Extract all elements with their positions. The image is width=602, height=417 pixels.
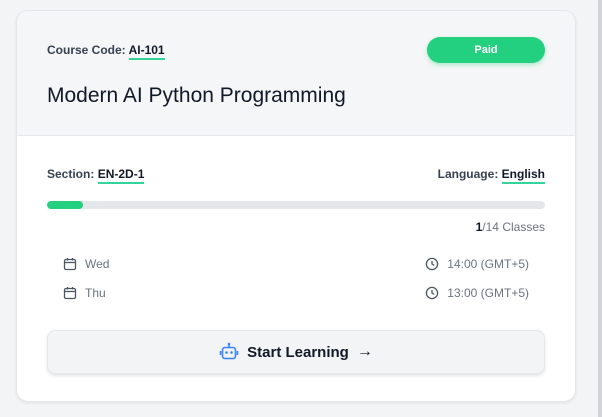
- language-value: English: [501, 167, 545, 184]
- schedule-time: 13:00 (GMT+5): [447, 286, 529, 300]
- start-learning-button[interactable]: Start Learning →: [47, 330, 545, 374]
- progress-fill: [47, 201, 83, 209]
- classes-count: 1/14 Classes: [476, 220, 545, 234]
- classes-total: /14 Classes: [482, 220, 545, 234]
- course-code: Course Code: AI-101: [47, 43, 165, 60]
- course-code-label: Course Code:: [47, 43, 126, 57]
- robot-icon: [219, 342, 239, 362]
- course-title: Modern AI Python Programming: [47, 84, 346, 107]
- course-code-value: AI-101: [128, 43, 165, 60]
- start-learning-label: Start Learning: [247, 343, 349, 361]
- section-value: EN-2D-1: [97, 167, 145, 184]
- scrollbar-edge: [598, 0, 602, 417]
- schedule-time: 14:00 (GMT+5): [447, 257, 529, 271]
- progress-bar: [47, 201, 545, 209]
- clock-icon: [425, 286, 439, 300]
- status-badge: Paid: [427, 37, 545, 63]
- arrow-right-icon: →: [356, 343, 373, 360]
- section-info: Section: EN-2D-1: [47, 167, 145, 184]
- clock-icon: [425, 257, 439, 271]
- schedule-day: Wed: [85, 257, 110, 271]
- schedule-row: Wed 14:00 (GMT+5): [63, 257, 529, 275]
- card-header: Course Code: AI-101 Paid Modern AI Pytho…: [17, 11, 575, 136]
- course-card: Course Code: AI-101 Paid Modern AI Pytho…: [16, 10, 576, 402]
- calendar-icon: [63, 257, 77, 271]
- language-label: Language:: [437, 167, 499, 181]
- calendar-icon: [63, 286, 77, 300]
- schedule-row: Thu 13:00 (GMT+5): [63, 286, 529, 304]
- schedule-day: Thu: [85, 286, 106, 300]
- section-label: Section:: [47, 167, 95, 181]
- language-info: Language: English: [437, 167, 545, 184]
